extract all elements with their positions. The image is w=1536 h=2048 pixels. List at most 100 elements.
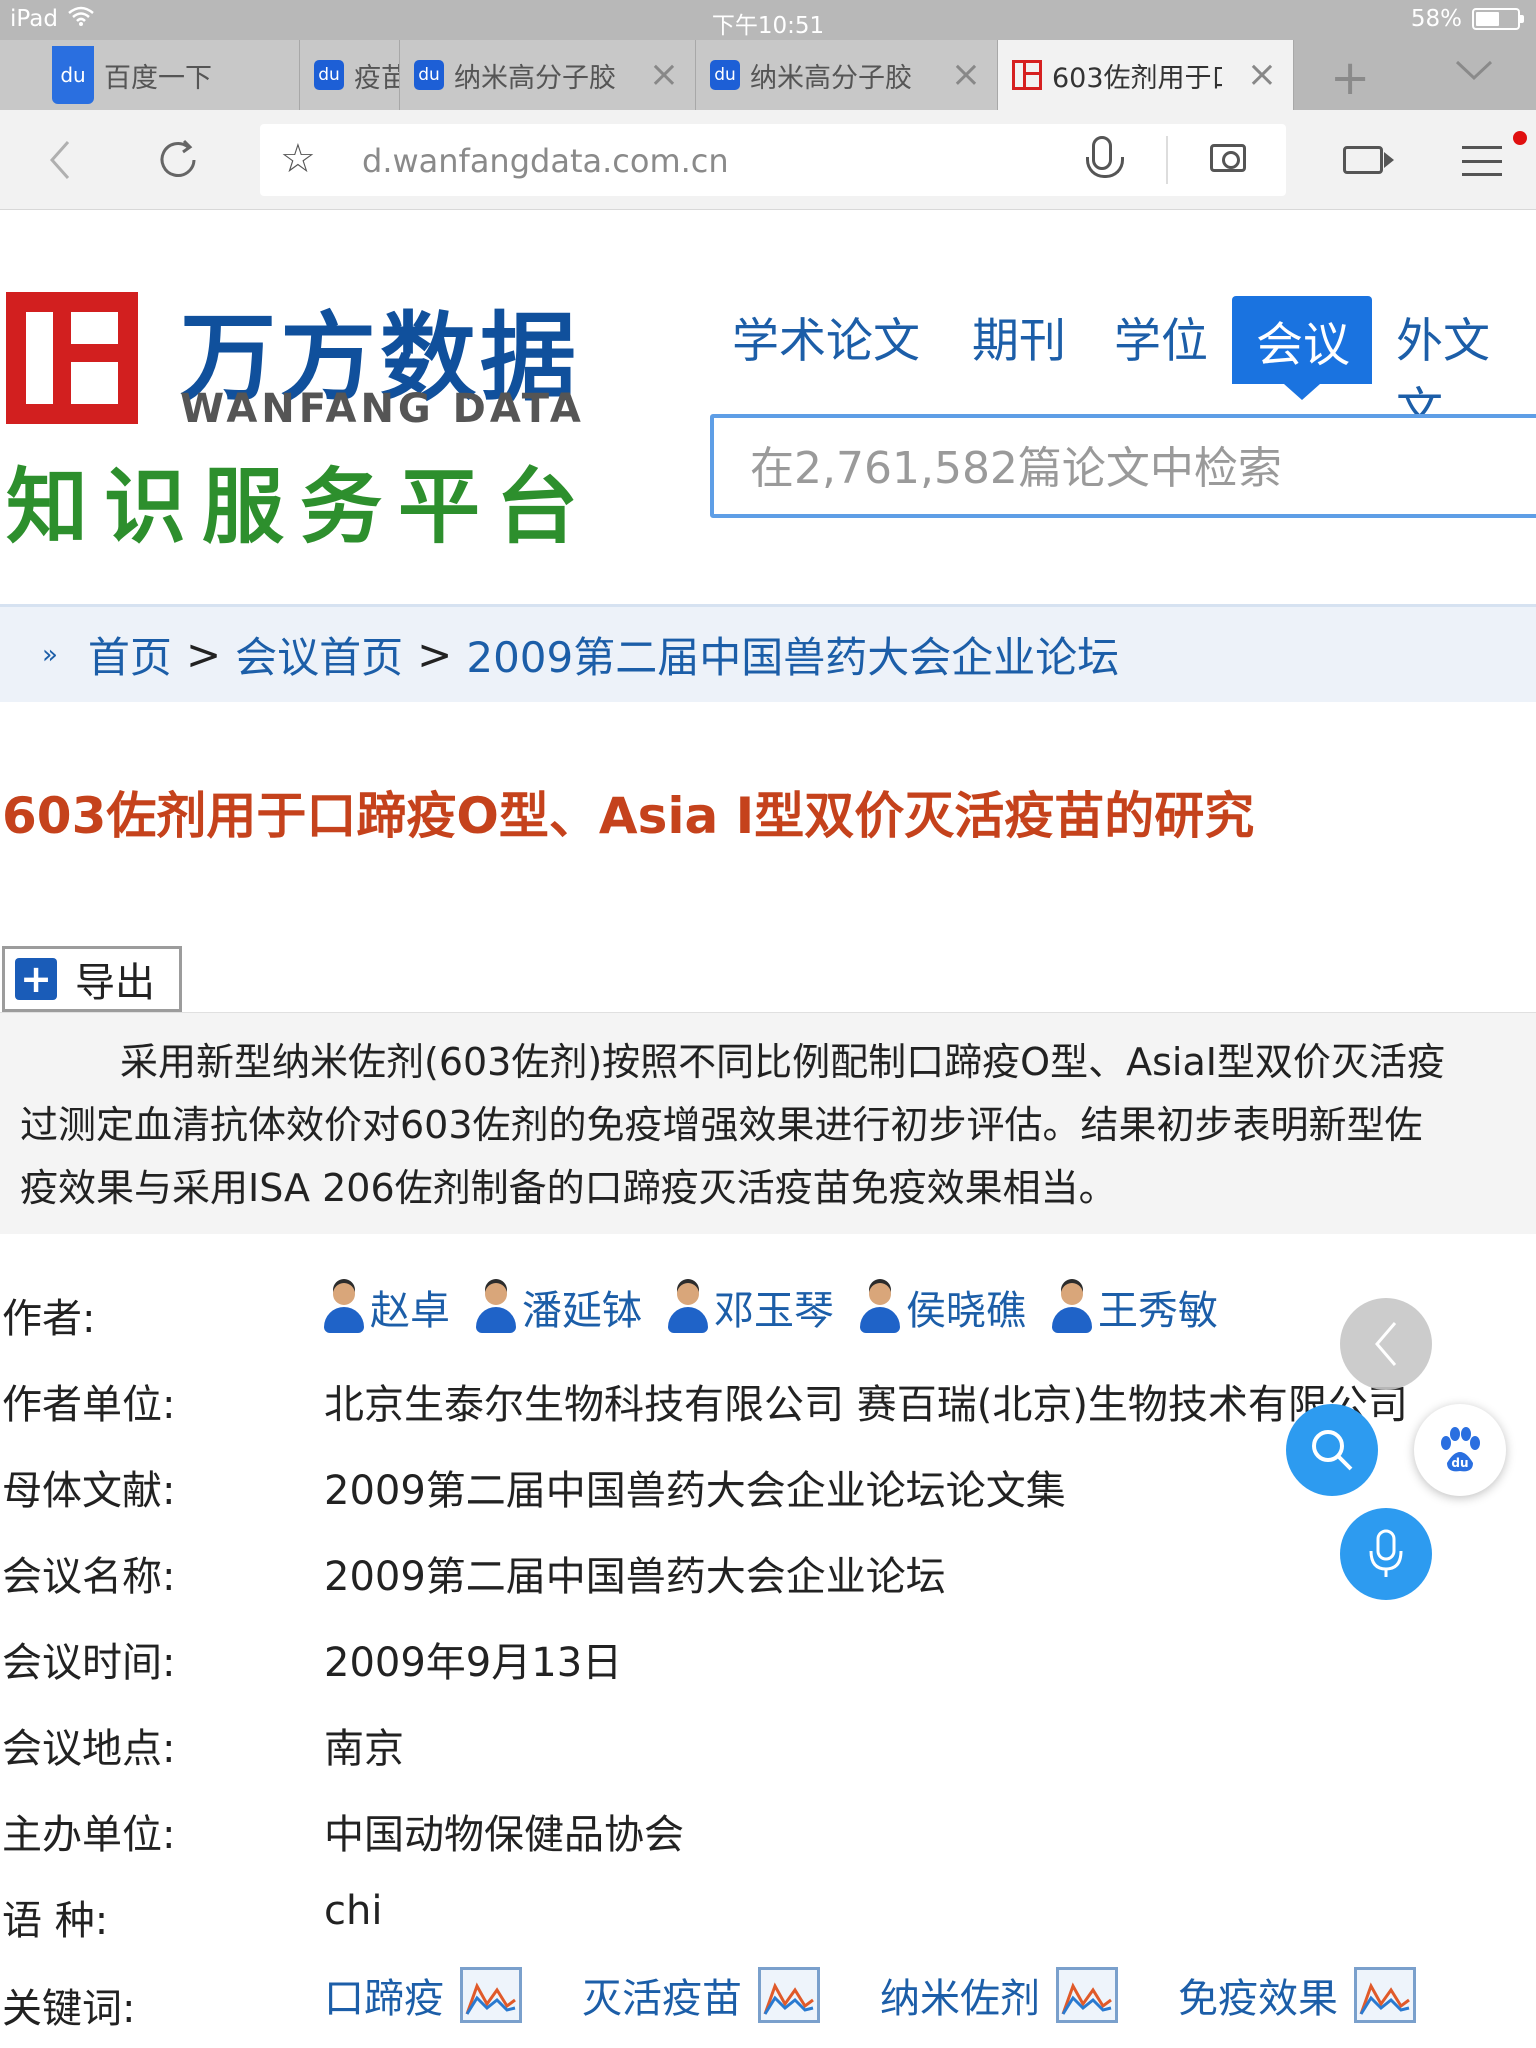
battery-percent: 58% (1410, 6, 1462, 32)
info-row-conference: 会议名称: 2009第二届中国兽药大会企业论坛 (0, 1544, 1536, 1630)
person-icon (1052, 1279, 1092, 1335)
affiliation-label: 作者单位: (2, 1382, 176, 1428)
breadcrumb-home[interactable]: 首页 (88, 624, 172, 685)
info-row-location: 会议地点: 南京 (0, 1716, 1536, 1802)
tab-nano-2[interactable]: du 纳米高分子胶 × (696, 40, 998, 110)
nav-academic-papers[interactable]: 学术论文 (732, 302, 920, 371)
nav-journals[interactable]: 期刊 (972, 302, 1066, 371)
author-name: 邓玉琴 (714, 1288, 834, 1334)
svg-text:du: du (1451, 1456, 1468, 1470)
tab-nano-1[interactable]: du 纳米高分子胶 × (400, 40, 696, 110)
keyword-link[interactable]: 纳米佐剂 (880, 1966, 1118, 2024)
tab-baidu[interactable]: du 百度一下 (0, 40, 300, 110)
tab-label: 纳米高分子胶 (750, 62, 912, 94)
keyword-link[interactable]: 口蹄疫 (324, 1966, 522, 2024)
person-icon (668, 1279, 708, 1335)
status-bar: iPad 下午10:51 58% (0, 0, 1536, 40)
keyword-text: 灭活疫苗 (582, 1976, 742, 2022)
baidu-paw-icon: du (1441, 1427, 1480, 1472)
author-name: 潘延钵 (522, 1288, 642, 1334)
chevron-left-icon (1375, 1322, 1397, 1366)
location-label: 会议地点: (2, 1726, 176, 1772)
author-name: 赵卓 (370, 1288, 450, 1334)
trend-chart-icon[interactable] (1056, 1967, 1118, 2023)
organizer-label: 主办单位: (2, 1812, 176, 1858)
person-icon (860, 1279, 900, 1335)
baidu-paw-icon: du (314, 60, 344, 90)
floating-back-button[interactable] (1340, 1298, 1432, 1390)
source-label: 母体文献: (2, 1468, 176, 1514)
keyword-text: 免疫效果 (1178, 1976, 1338, 2022)
wanfang-logo-icon (6, 292, 138, 424)
back-icon[interactable] (48, 140, 72, 184)
abstract-line: 疫效果与采用ISA 206佐剂制备的口蹄疫灭活疫苗免疫效果相当。 (20, 1166, 1117, 1210)
trend-chart-icon[interactable] (758, 1967, 820, 2023)
person-icon (476, 1279, 516, 1335)
wanfang-icon (1012, 60, 1042, 90)
info-row-date: 会议时间: 2009年9月13日 (0, 1630, 1536, 1716)
status-time: 下午10:51 (711, 13, 825, 39)
video-icon[interactable] (1343, 146, 1394, 174)
authors-list: 赵卓 潘延钵 邓玉琴 侯晓礁 王秀敏 (324, 1278, 1244, 1345)
author-link[interactable]: 侯晓礁 (860, 1278, 1026, 1336)
nav-conferences[interactable]: 会议 (1232, 296, 1372, 400)
baidu-paw-icon: du (710, 60, 740, 90)
trend-chart-icon[interactable] (460, 1967, 522, 2023)
camera-icon[interactable] (1210, 144, 1246, 172)
keyword-text: 纳米佐剂 (880, 1976, 1040, 2022)
new-tab-icon[interactable]: + (1330, 50, 1370, 106)
address-bar[interactable]: ☆ d.wanfangdata.com.cn (260, 124, 1286, 196)
language-label: 语 种: (2, 1898, 109, 1944)
notification-dot (1513, 131, 1527, 145)
keyword-text: 口蹄疫 (324, 1976, 444, 2022)
search-input[interactable] (750, 440, 1530, 496)
trend-chart-icon[interactable] (1354, 1967, 1416, 2023)
author-name: 侯晓礁 (906, 1288, 1026, 1334)
page-title: 603佐剂用于口蹄疫O型、Asia I型双价灭活疫苗的研究 (2, 787, 1255, 845)
address-divider (1166, 136, 1168, 184)
breadcrumb-conference[interactable]: 2009第二届中国兽药大会企业论坛 (466, 624, 1119, 685)
info-row-authors: 作者: 赵卓 潘延钵 邓玉琴 侯晓礁 王秀敏 (0, 1282, 1536, 1368)
author-link[interactable]: 邓玉琴 (668, 1278, 834, 1336)
export-label: 导出 (75, 960, 155, 1006)
close-icon[interactable]: × (951, 57, 997, 93)
source-value: 2009第二届中国兽药大会企业论坛论文集 (324, 1468, 1066, 1514)
status-right: 58% (1410, 6, 1524, 32)
abstract: 采用新型纳米佐剂(603佐剂)按照不同比例配制口蹄疫O型、AsiaI型双价灭活疫… (0, 1012, 1536, 1234)
tab-603-adjuvant[interactable]: 603佐剂用于口 × (998, 40, 1294, 110)
search-box (710, 414, 1536, 518)
export-button[interactable]: + 导出 (2, 946, 182, 1012)
url-text: d.wanfangdata.com.cn (362, 142, 729, 180)
conference-label: 会议名称: (2, 1554, 176, 1600)
baidu-paw-icon: du (52, 46, 94, 104)
author-link[interactable]: 潘延钵 (476, 1278, 642, 1336)
person-icon (324, 1279, 364, 1335)
author-link[interactable]: 王秀敏 (1052, 1278, 1218, 1336)
keyword-link[interactable]: 灭活疫苗 (582, 1966, 820, 2024)
floating-voice-button[interactable] (1340, 1508, 1432, 1600)
tab-vaccine[interactable]: du 疫苗 (300, 40, 400, 110)
author-link[interactable]: 赵卓 (324, 1278, 450, 1336)
close-icon[interactable]: × (1247, 57, 1293, 93)
close-icon[interactable]: × (649, 57, 695, 93)
chevron-down-icon[interactable] (1454, 58, 1494, 86)
floating-baidu-button[interactable]: du (1414, 1404, 1506, 1496)
abstract-line: 过测定血清抗体效价对603佐剂的免疫增强效果进行初步评估。结果初步表明新型佐 (20, 1103, 1423, 1147)
plus-icon: + (15, 958, 57, 1000)
baidu-paw-icon: du (414, 60, 444, 90)
breadcrumb-conference-home[interactable]: 会议首页 (235, 624, 403, 685)
double-chevron-icon: » (42, 639, 58, 670)
bookmark-star-icon[interactable]: ☆ (280, 136, 316, 182)
nav-degrees[interactable]: 学位 (1114, 302, 1208, 371)
floating-search-button[interactable] (1286, 1404, 1378, 1496)
refresh-icon[interactable] (156, 138, 200, 186)
menu-icon[interactable] (1462, 146, 1502, 176)
keyword-link[interactable]: 免疫效果 (1178, 1966, 1416, 2024)
abstract-line: 采用新型纳米佐剂(603佐剂)按照不同比例配制口蹄疫O型、AsiaI型双价灭活疫 (120, 1040, 1445, 1084)
keywords-label: 关键词: (2, 1986, 136, 2032)
microphone-icon[interactable] (1086, 136, 1124, 178)
author-name: 王秀敏 (1098, 1288, 1218, 1334)
logo-slogan: 知识服务平台 (6, 459, 595, 555)
date-label: 会议时间: (2, 1640, 176, 1686)
search-icon (1312, 1430, 1353, 1471)
